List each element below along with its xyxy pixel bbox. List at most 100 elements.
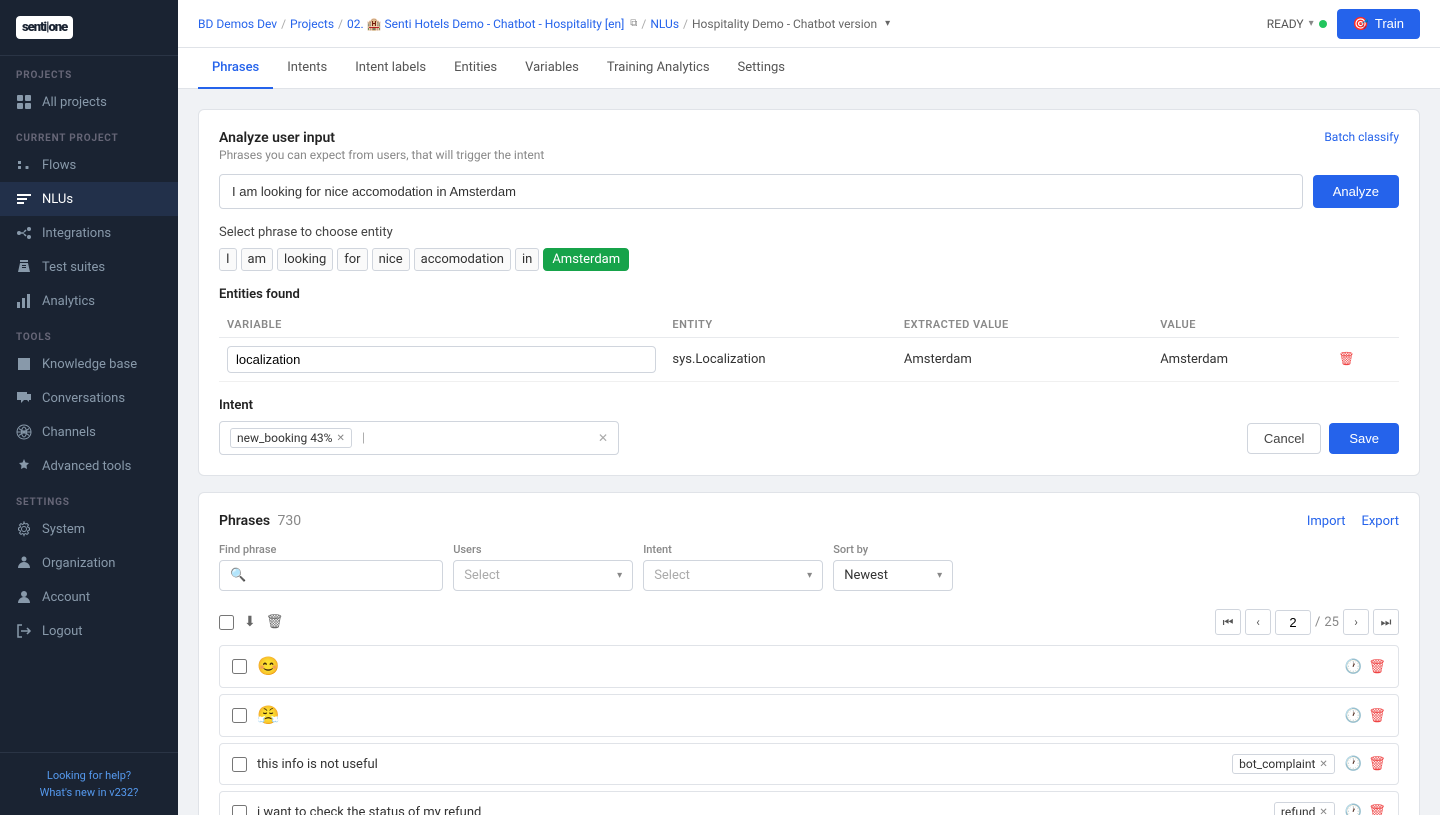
phrases-title: Phrases 730 — [219, 513, 301, 529]
intent-label: Intent — [219, 398, 1399, 413]
tab-settings[interactable]: Settings — [724, 48, 799, 89]
sort-select[interactable]: Newest ▾ — [833, 560, 953, 591]
next-page-button[interactable]: › — [1343, 609, 1369, 635]
token-am[interactable]: am — [241, 248, 273, 271]
phrase-actions-2: 🕐 🗑 — [1345, 708, 1386, 724]
phrase-checkbox-4[interactable] — [232, 805, 247, 815]
sidebar-item-advanced-tools[interactable]: Advanced tools — [0, 449, 178, 483]
entity-variable-cell — [219, 338, 664, 382]
sidebar-item-analytics[interactable]: Analytics — [0, 284, 178, 318]
version-link[interactable]: What's new in v232? — [16, 786, 162, 799]
grid-icon — [16, 94, 32, 110]
token-I[interactable]: I — [219, 248, 237, 271]
sidebar-item-logout[interactable]: Logout — [0, 614, 178, 648]
cancel-button[interactable]: Cancel — [1247, 423, 1321, 454]
sidebar-item-account[interactable]: Account — [0, 580, 178, 614]
sidebar-item-knowledge-base[interactable]: Knowledge base — [0, 347, 178, 381]
breadcrumb-projects[interactable]: Projects — [290, 17, 334, 31]
history-icon-3[interactable]: 🕐 — [1345, 756, 1362, 772]
token-looking[interactable]: looking — [277, 248, 333, 271]
token-in[interactable]: in — [515, 248, 539, 271]
copy-icon[interactable]: ⧉ — [630, 18, 637, 29]
history-icon-4[interactable]: 🕐 — [1345, 804, 1362, 815]
chevron-down-icon-ready[interactable]: ▾ — [1309, 18, 1314, 29]
topbar: BD Demos Dev / Projects / 02. 🏨 Senti Ho… — [178, 0, 1440, 48]
phrase-checkbox-1[interactable] — [232, 659, 247, 674]
export-link[interactable]: Export — [1361, 514, 1399, 529]
download-icon[interactable]: ⬇ — [244, 614, 256, 630]
chevron-down-icon-users: ▾ — [617, 570, 622, 581]
token-nice[interactable]: nice — [372, 248, 410, 271]
delete-icon-2[interactable]: 🗑 — [1368, 708, 1386, 724]
section-label-settings: SETTINGS — [0, 483, 178, 512]
sidebar-item-integrations[interactable]: Integrations — [0, 216, 178, 250]
token-amsterdam[interactable]: Amsterdam — [543, 248, 629, 271]
tab-phrases[interactable]: Phrases — [198, 48, 273, 89]
import-link[interactable]: Import — [1307, 514, 1346, 529]
delete-icon-4[interactable]: 🗑 — [1368, 804, 1386, 815]
table-toolbar: ⬇ 🗑 ⏮ ‹ / 25 › ⏭ — [219, 603, 1399, 641]
content-area: Analyze user input Phrases you can expec… — [178, 89, 1440, 815]
sidebar-item-organization[interactable]: Organization — [0, 546, 178, 580]
delete-all-icon[interactable]: 🗑 — [266, 614, 284, 630]
delete-icon-3[interactable]: 🗑 — [1368, 756, 1386, 772]
find-phrase-input[interactable] — [252, 568, 432, 583]
phrase-checkbox-2[interactable] — [232, 708, 247, 723]
intent-select[interactable]: Select ▾ — [643, 560, 823, 591]
col-value: VALUE — [1152, 312, 1330, 338]
first-page-button[interactable]: ⏮ — [1215, 609, 1241, 635]
intent-cursor-icon: | — [362, 431, 365, 446]
analyze-button[interactable]: Analyze — [1313, 175, 1399, 208]
prev-page-button[interactable]: ‹ — [1245, 609, 1271, 635]
breadcrumb-project[interactable]: 02. 🏨 Senti Hotels Demo - Chatbot - Hosp… — [347, 17, 624, 31]
sidebar-item-label: Analytics — [42, 294, 95, 309]
help-link[interactable]: Looking for help? — [16, 769, 162, 782]
phrase-row: 😤 🕐 🗑 — [219, 694, 1399, 737]
phrase-content-2: 😤 — [257, 705, 1335, 726]
breadcrumb-sep1: / — [281, 17, 286, 31]
history-icon-1[interactable]: 🕐 — [1345, 659, 1362, 675]
phrase-tag-close-3[interactable]: ✕ — [1319, 759, 1327, 770]
breadcrumb-version[interactable]: Hospitality Demo - Chatbot version ▾ — [692, 17, 890, 31]
batch-classify-link[interactable]: Batch classify — [1324, 130, 1399, 144]
history-icon-2[interactable]: 🕐 — [1345, 708, 1362, 724]
intent-clear-icon[interactable]: ✕ — [598, 431, 608, 445]
save-button[interactable]: Save — [1329, 423, 1399, 454]
entity-variable-input[interactable] — [227, 346, 656, 373]
breadcrumb-bd[interactable]: BD Demos Dev — [198, 17, 277, 31]
intent-tag-close[interactable]: ✕ — [336, 433, 344, 444]
tab-intents[interactable]: Intents — [273, 48, 341, 89]
phrase-checkbox-3[interactable] — [232, 757, 247, 772]
last-page-button[interactable]: ⏭ — [1373, 609, 1399, 635]
sidebar-item-channels[interactable]: Channels — [0, 415, 178, 449]
sidebar-item-nlus[interactable]: NLUs — [0, 182, 178, 216]
sidebar-item-system[interactable]: System — [0, 512, 178, 546]
conversations-icon — [16, 390, 32, 406]
sidebar-item-all-projects[interactable]: All projects — [0, 85, 178, 119]
train-button[interactable]: 🎯 Train — [1337, 9, 1420, 39]
token-accomodation[interactable]: accomodation — [414, 248, 511, 271]
phrases-card: Phrases 730 Import Export Find phrase 🔍 … — [198, 492, 1420, 815]
delete-icon-1[interactable]: 🗑 — [1368, 659, 1386, 675]
tab-intent-labels[interactable]: Intent labels — [341, 48, 440, 89]
sidebar-item-flows[interactable]: Flows — [0, 148, 178, 182]
analyze-input[interactable] — [219, 174, 1303, 209]
entity-extracted-value: Amsterdam — [904, 352, 972, 367]
breadcrumb-sep2: / — [338, 17, 343, 31]
tab-variables[interactable]: Variables — [511, 48, 593, 89]
entity-delete-button[interactable]: 🗑 — [1338, 352, 1355, 367]
find-phrase-group: Find phrase 🔍 — [219, 543, 443, 591]
select-all-checkbox[interactable] — [219, 615, 234, 630]
phrase-content-1: 😊 — [257, 656, 1335, 677]
token-for[interactable]: for — [337, 248, 367, 271]
section-label-tools: TOOLS — [0, 318, 178, 347]
tab-training-analytics[interactable]: Training Analytics — [593, 48, 724, 89]
phrase-tag-close-4[interactable]: ✕ — [1319, 807, 1327, 815]
page-number-input[interactable] — [1275, 610, 1311, 635]
sidebar-item-test-suites[interactable]: Test suites — [0, 250, 178, 284]
users-select[interactable]: Select ▾ — [453, 560, 633, 591]
breadcrumb-nlus[interactable]: NLUs — [650, 17, 679, 31]
intent-input-box[interactable]: new_booking 43% ✕ | ✕ — [219, 421, 619, 455]
sidebar-item-conversations[interactable]: Conversations — [0, 381, 178, 415]
tab-entities[interactable]: Entities — [440, 48, 511, 89]
